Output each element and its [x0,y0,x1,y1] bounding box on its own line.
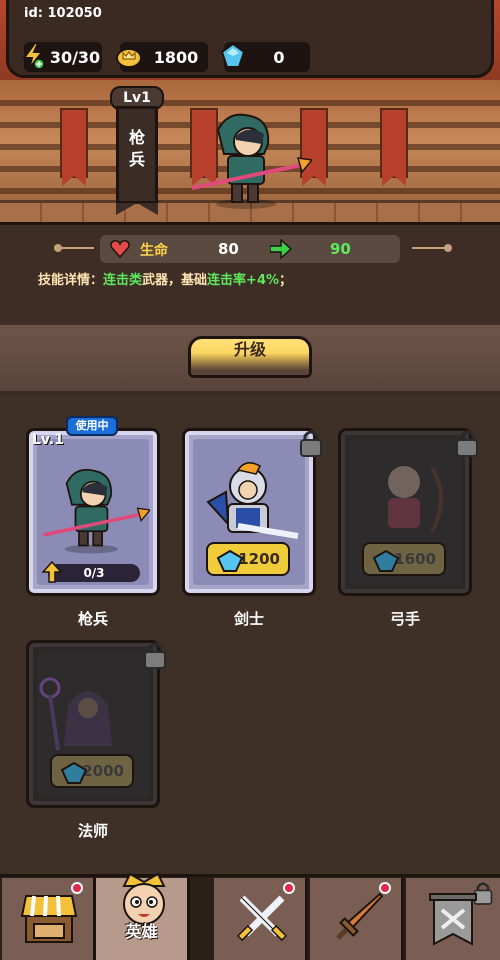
hero-stat-panel: 生命 80 90 技能详情：连击类武器，基础连击率+4%； [0,222,500,322]
arrow-right-icon [270,239,292,259]
shop-icon [20,895,78,943]
upgrade-button[interactable]: 升级 [188,336,312,378]
gem-icon [60,762,88,784]
hero-name-archer: 弓手 [389,610,420,628]
hero-card-level: Lv.1 [32,432,64,448]
spearman-portrait [43,468,150,554]
heart-icon [110,240,130,258]
nav-weapons[interactable] [310,878,404,960]
gem-icon [216,550,244,572]
hp-stat-bar: 生命 80 90 [100,235,400,263]
nav-shop[interactable] [2,878,96,960]
upgrade-arrow-icon [42,560,62,583]
hp-label: 生命 [140,243,168,259]
swordsman-portrait [206,462,299,539]
hp-current: 80 [218,240,239,258]
lock-icon [144,642,166,669]
mage-price-button[interactable]: 2000 [50,754,134,788]
gold-counter[interactable]: 1800 [116,42,208,72]
archer-price-button[interactable]: 1600 [362,542,446,576]
energy-icon [18,40,48,72]
featured-hero-class-banner: 枪 兵 [116,106,158,215]
skill-description: 技能详情：连击类武器，基础连击率+4%； [38,273,293,288]
sword-icon [336,892,384,940]
nav-heroes[interactable]: 英雄 [96,872,190,960]
archer-portrait [388,466,443,533]
lock-icon [300,430,322,457]
hero-name-swordsman: 剑士 [233,610,264,628]
class-name-char-2: 兵 [128,150,145,169]
hp-next: 90 [330,240,351,258]
swordsman-price-button[interactable]: 1200 [206,542,290,576]
class-name-char-1: 枪 [128,128,145,147]
gem-counter[interactable]: 0 [220,42,310,72]
gem-icon [372,550,400,572]
nav-heroes-label: 英雄 [125,922,158,941]
lock-icon [456,430,478,457]
hero-name-mage: 法师 [77,822,108,840]
crossed-swords-icon [236,895,288,942]
user-id: id: 102050 [24,6,102,21]
mage-portrait [39,677,112,751]
hero-name-spearman: 枪兵 [77,610,108,628]
nav-guild[interactable] [406,878,500,960]
gold-crown-icon [114,40,144,72]
gem-icon [218,40,248,72]
featured-hero-spearman [191,113,312,209]
in-use-badge: 使用中 [66,416,118,436]
energy-counter[interactable]: 30/30 [22,42,102,72]
nav-battle[interactable] [214,878,308,960]
banner-icon [429,893,477,946]
